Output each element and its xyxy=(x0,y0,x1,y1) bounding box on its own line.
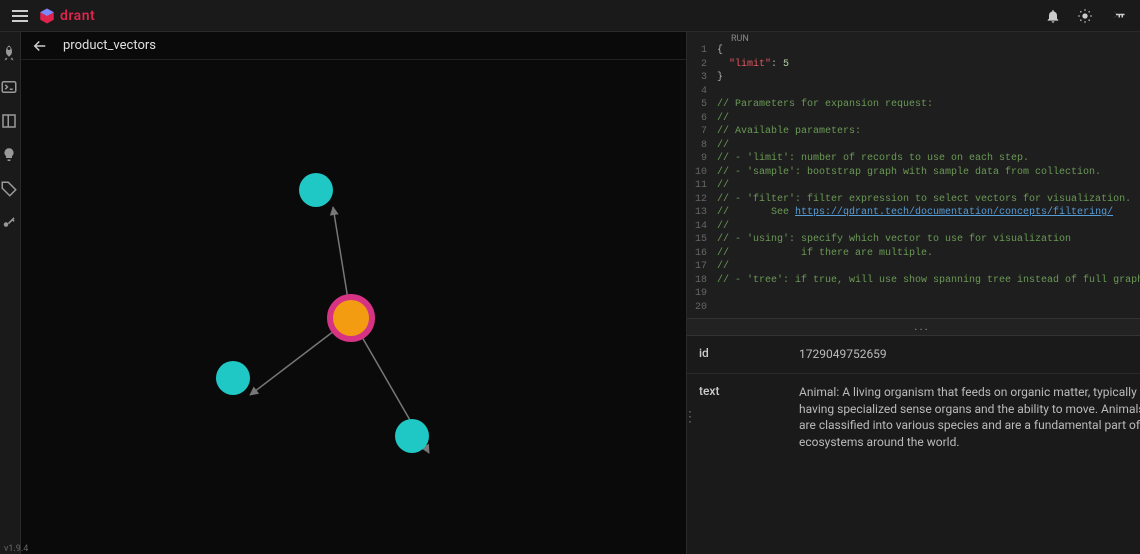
graph-node[interactable] xyxy=(299,173,333,207)
content: product_vectors xyxy=(21,32,1140,554)
run-label[interactable]: RUN xyxy=(687,32,749,44)
topbar-right xyxy=(1044,7,1132,25)
page-title: product_vectors xyxy=(63,38,156,53)
bulb-icon[interactable] xyxy=(0,146,20,166)
right-panel: RUN 1234567891011121314151617181920 { "l… xyxy=(686,32,1140,554)
notifications-icon[interactable] xyxy=(1044,7,1062,25)
sidebar xyxy=(0,32,21,554)
back-button[interactable] xyxy=(31,37,49,55)
graph-node[interactable] xyxy=(395,419,429,453)
detail-key: text xyxy=(699,384,799,451)
detail-key: id xyxy=(699,346,799,363)
row-menu-icon[interactable]: ⋮ xyxy=(683,409,697,425)
panel-header: product_vectors xyxy=(21,32,686,60)
theme-toggle-icon[interactable] xyxy=(1076,7,1094,25)
tag-icon[interactable] xyxy=(0,180,20,200)
book-icon[interactable] xyxy=(0,112,20,132)
graph-canvas[interactable] xyxy=(21,60,686,554)
logo-text: drant xyxy=(60,8,95,24)
rocket-icon[interactable] xyxy=(0,44,20,64)
auth-key-icon[interactable] xyxy=(0,214,20,234)
topbar: drant xyxy=(0,0,1140,32)
graph-node[interactable] xyxy=(216,361,250,395)
details-section: id1729049752659⋮textAnimal: A living org… xyxy=(687,336,1140,461)
terminal-icon[interactable] xyxy=(0,78,20,98)
menu-button[interactable] xyxy=(8,4,32,28)
detail-row: id1729049752659 xyxy=(687,336,1140,374)
topbar-left: drant xyxy=(8,4,95,28)
logo-icon xyxy=(38,7,56,25)
detail-value: 1729049752659 xyxy=(799,346,1140,363)
version-label: v1.9.4 xyxy=(4,544,28,554)
panel-divider[interactable]: ... xyxy=(687,318,1140,336)
detail-value: Animal: A living organism that feeds on … xyxy=(799,384,1140,451)
editor-wrapper: RUN 1234567891011121314151617181920 { "l… xyxy=(687,32,1140,318)
editor-gutter: 1234567891011121314151617181920 xyxy=(687,32,713,318)
code-editor[interactable]: 1234567891011121314151617181920 { "limit… xyxy=(687,32,1140,318)
graph-panel: product_vectors xyxy=(21,32,686,554)
key-icon[interactable] xyxy=(1108,7,1126,25)
main: product_vectors xyxy=(0,32,1140,554)
editor-body[interactable]: { "limit": 5}// Parameters for expansion… xyxy=(713,32,1140,318)
detail-row: ⋮textAnimal: A living organism that feed… xyxy=(687,374,1140,461)
graph-node-selected[interactable] xyxy=(327,294,375,342)
logo[interactable]: drant xyxy=(38,7,95,25)
